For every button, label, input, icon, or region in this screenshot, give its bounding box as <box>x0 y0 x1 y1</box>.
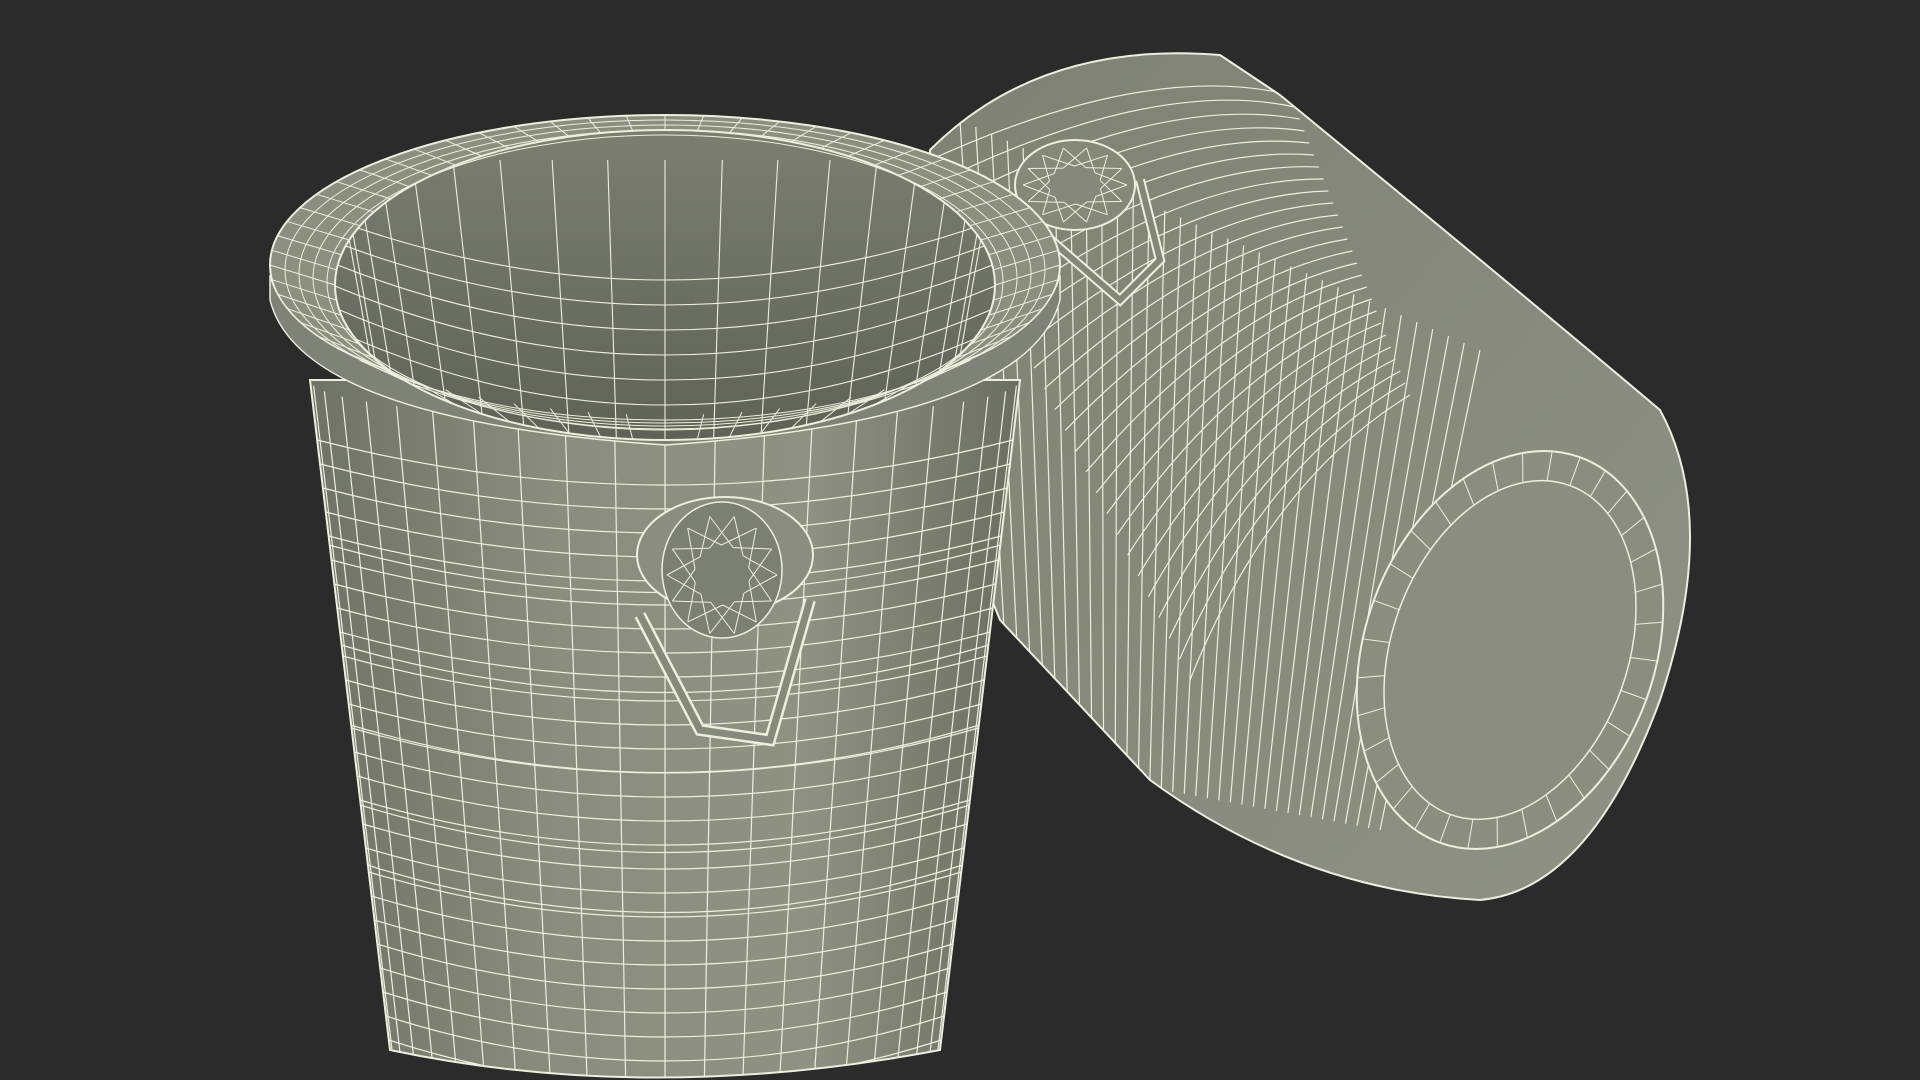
viewport-3d[interactable] <box>0 0 1920 1080</box>
upright-bucket <box>269 114 1061 1079</box>
wireframe-render-scene <box>269 52 1691 1079</box>
tipped-bucket <box>929 52 1691 902</box>
